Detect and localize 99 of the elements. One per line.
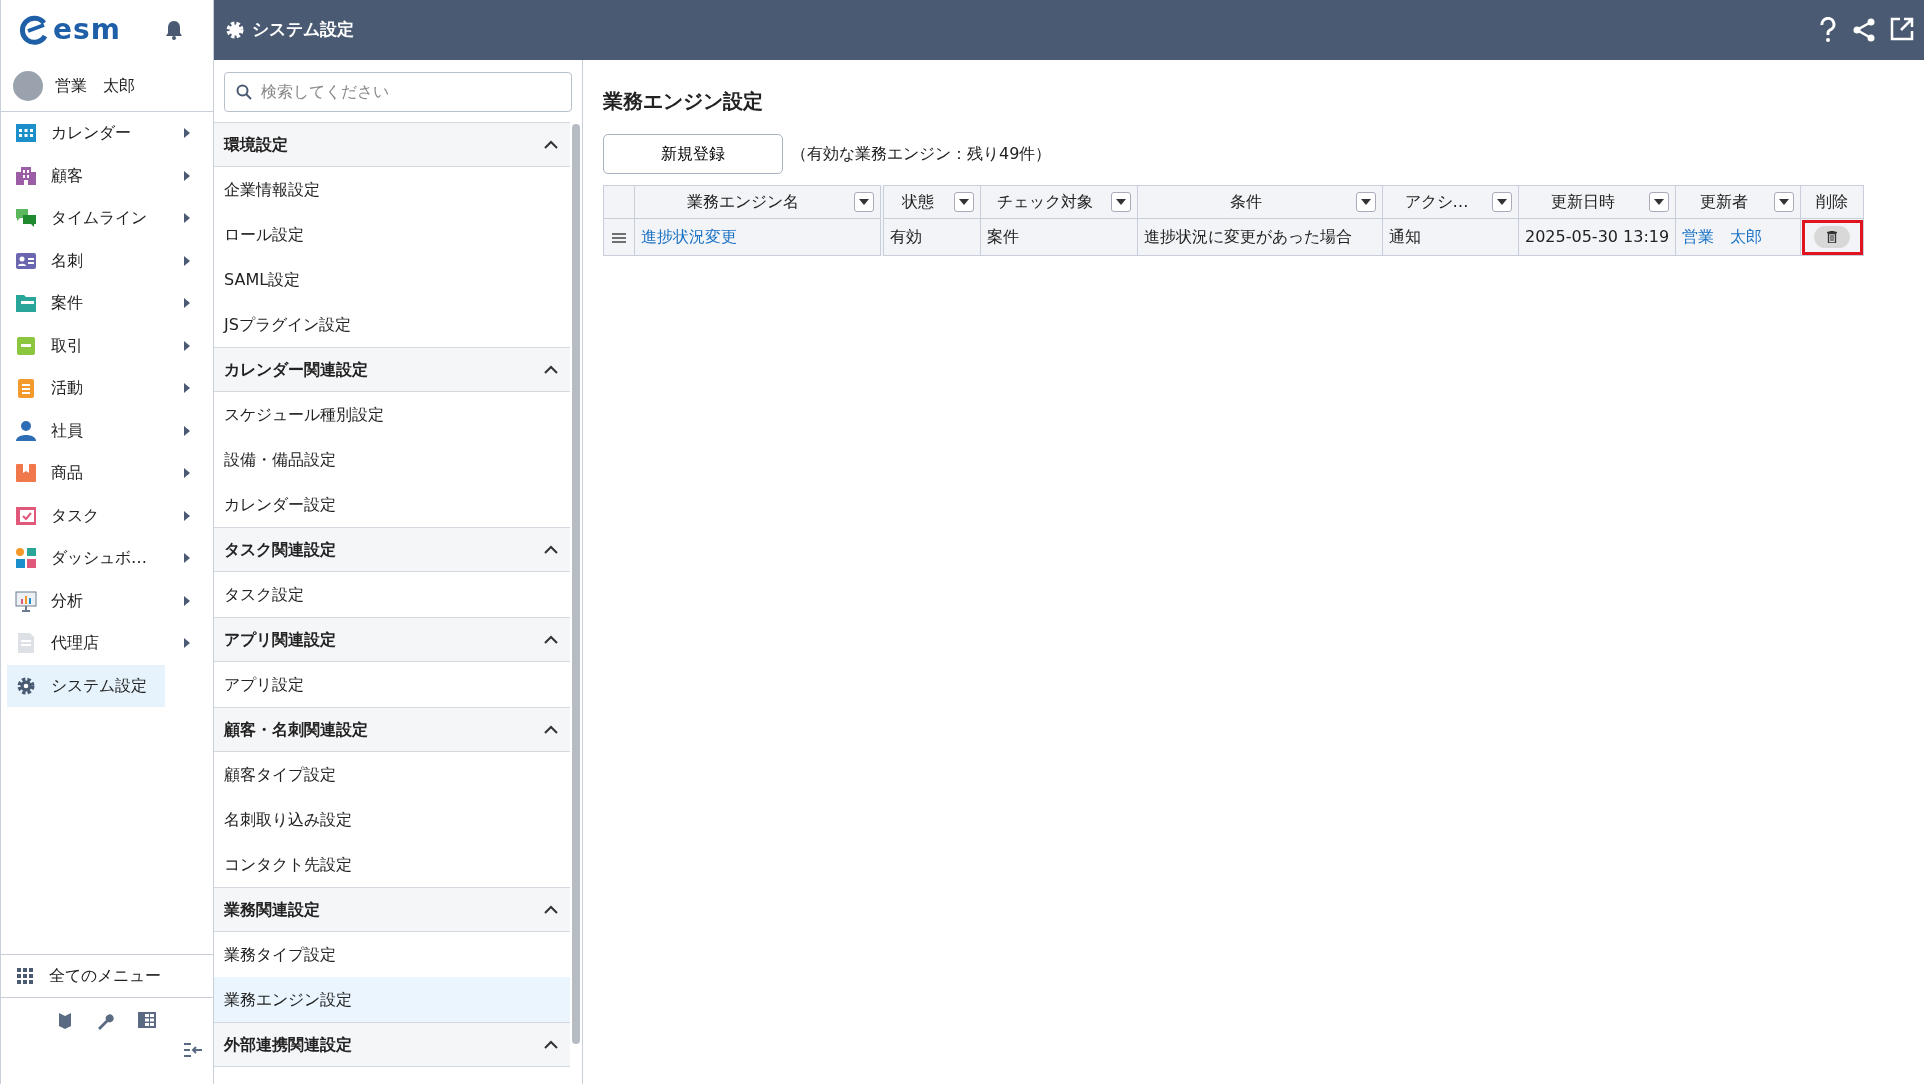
section-header[interactable]: タスク関連設定 [214, 527, 570, 572]
section-header[interactable]: アプリ関連設定 [214, 617, 570, 662]
ledger-icon [15, 334, 37, 357]
table-cell-text: 通知 [1389, 227, 1421, 246]
settings-item[interactable]: アプリ設定 [214, 662, 570, 707]
caret-down-icon [959, 199, 969, 205]
caret-down-icon [1361, 199, 1371, 205]
settings-item[interactable]: JSプラグイン設定 [214, 302, 570, 347]
settings-item[interactable]: 企業情報設定 [214, 167, 570, 212]
drag-handle-icon[interactable] [612, 232, 626, 243]
column-header: アクシ… [1403, 191, 1470, 213]
folder-icon [15, 292, 37, 315]
trash-icon [1827, 231, 1838, 243]
chart-board-icon [15, 589, 37, 612]
nav-item[interactable]: 名刺 [1, 239, 201, 282]
avatar [13, 70, 43, 101]
column-header: 更新者 [1699, 191, 1750, 213]
collapse-menu-icon[interactable] [183, 1042, 203, 1058]
nav-item[interactable]: 代理店 [1, 622, 201, 665]
bell-icon[interactable] [165, 20, 183, 40]
section-header[interactable]: 顧客・名刺関連設定 [214, 707, 570, 752]
column-header: 更新日時 [1550, 191, 1617, 213]
box-icon [15, 462, 37, 485]
settings-item[interactable]: 業務タイプ設定 [214, 932, 570, 977]
nav-item[interactable]: 商品 [1, 452, 201, 495]
settings-item[interactable]: 顧客タイプ設定 [214, 752, 570, 797]
external-link-icon[interactable] [1890, 17, 1914, 41]
delete-button[interactable] [1814, 226, 1851, 248]
filter-button[interactable] [1111, 192, 1131, 212]
nav-item[interactable]: 活動 [1, 367, 201, 410]
filter-button[interactable] [1649, 192, 1670, 212]
logo-text: esm [53, 12, 121, 48]
settings-item[interactable]: 業務エンジン設定 [214, 977, 570, 1022]
filter-button[interactable] [1774, 192, 1795, 212]
quota-text: （有効な業務エンジン：残り49件） [791, 143, 1052, 165]
document-icon [15, 632, 37, 655]
table-icon[interactable] [138, 1012, 156, 1028]
filter-button[interactable] [1356, 192, 1376, 212]
section-header[interactable]: 外部連携関連設定 [214, 1022, 570, 1067]
table-cell-text: 有効 [889, 227, 922, 246]
nav-item[interactable]: 顧客 [1, 154, 201, 197]
nav-item[interactable]: システム設定 [7, 664, 165, 707]
share-icon[interactable] [1852, 17, 1876, 43]
nav-item[interactable]: カレンダー [1, 112, 201, 155]
header-title: システム設定 [252, 18, 354, 42]
table-cell-text: 2025-05-30 13:19 [1525, 227, 1670, 246]
dashboard-icon [15, 547, 37, 570]
logo-icon [19, 15, 49, 45]
section-header[interactable]: 業務関連設定 [214, 887, 570, 932]
search-field[interactable]: 検索してください [224, 72, 572, 112]
person-icon [15, 419, 37, 442]
caret-down-icon [1116, 199, 1126, 205]
caret-down-icon [1779, 199, 1790, 205]
column-header: 条件 [1229, 191, 1263, 213]
settings-item[interactable]: スケジュール種別設定 [214, 392, 570, 437]
nav-item[interactable]: 社員 [1, 409, 201, 452]
building-icon [15, 164, 37, 187]
column-header: 削除 [1815, 191, 1850, 213]
settings-item[interactable]: タスク設定 [214, 572, 570, 617]
caret-down-icon [858, 199, 869, 205]
scrollbar-thumb[interactable] [572, 124, 580, 1044]
nav-item[interactable]: タイムライン [1, 197, 201, 240]
settings-item[interactable]: 設備・備品設定 [214, 437, 570, 482]
table-cell-text: 案件 [987, 227, 1019, 246]
settings-item[interactable]: 名刺取り込み設定 [214, 797, 570, 842]
filter-button[interactable] [954, 192, 974, 212]
calendar-icon [15, 122, 37, 145]
page-title: 業務エンジン設定 [603, 88, 764, 115]
settings-item[interactable]: SAML設定 [214, 257, 570, 302]
settings-item[interactable]: コンタクト先設定 [214, 842, 570, 887]
settings-item[interactable]: ロール設定 [214, 212, 570, 257]
nav-item[interactable]: ダッシュボ… [1, 537, 201, 580]
checkbox-icon [15, 504, 37, 527]
table-link[interactable]: 進捗状況変更 [641, 227, 737, 246]
nav-item[interactable]: 取引 [1, 324, 201, 367]
help-icon[interactable] [1818, 17, 1838, 43]
filter-button[interactable] [1492, 192, 1512, 212]
section-header[interactable]: カレンダー関連設定 [214, 347, 570, 392]
nav-item[interactable]: タスク [1, 494, 201, 537]
all-menu-link[interactable]: 全てのメニュー [1, 954, 213, 998]
section-header[interactable]: 環境設定 [214, 122, 570, 167]
settings-item[interactable]: カレンダー設定 [214, 482, 570, 527]
beginner-mark-icon[interactable] [58, 1012, 72, 1030]
settings-icon [224, 19, 246, 41]
nav-item[interactable]: 分析 [1, 579, 201, 622]
nav-item[interactable]: 案件 [1, 282, 201, 325]
column-header: 業務エンジン名 [686, 191, 801, 213]
column-header: チェック対象 [996, 191, 1094, 213]
user-name[interactable]: 営業 太郎 [55, 73, 135, 98]
new-button[interactable]: 新規登録 [603, 134, 783, 174]
clipboard-icon [15, 377, 37, 400]
grid-icon [17, 968, 33, 984]
search-icon [236, 84, 252, 100]
wrench-icon[interactable] [96, 1012, 114, 1030]
table-cell-text: 進捗状況に変更があった場合 [1144, 227, 1352, 246]
caret-down-icon [1654, 199, 1665, 205]
caret-down-icon [1497, 199, 1507, 205]
column-header: 状態 [900, 191, 935, 213]
filter-button[interactable] [853, 192, 874, 212]
